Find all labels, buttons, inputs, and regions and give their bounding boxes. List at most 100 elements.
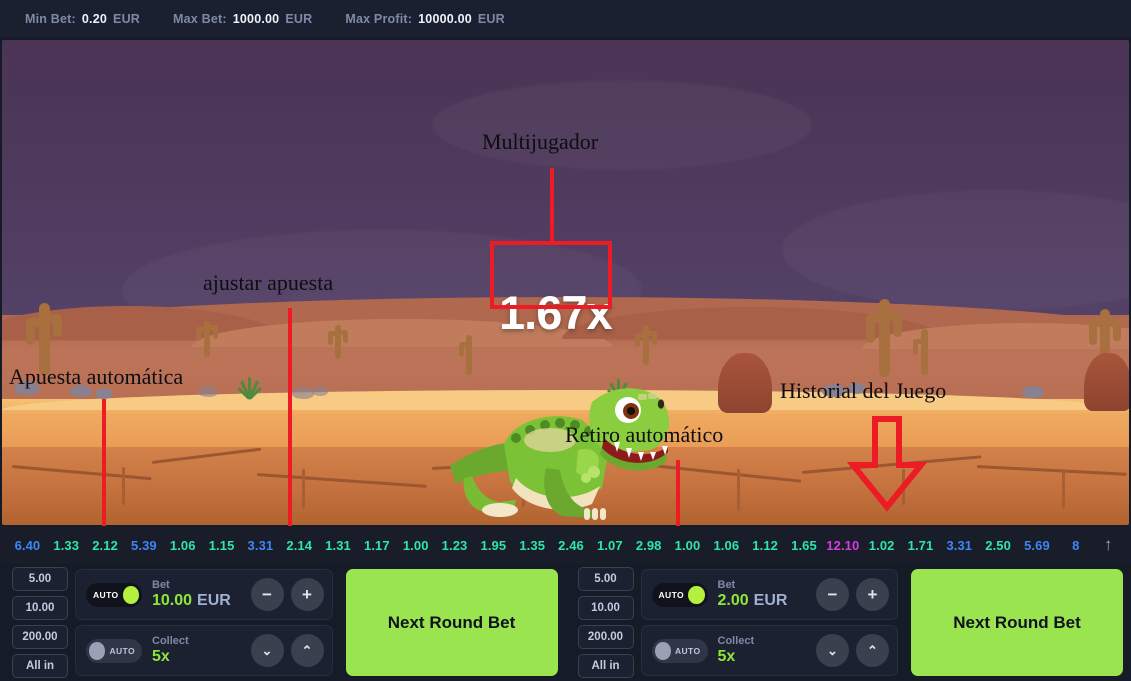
- ground-crack: [1062, 469, 1065, 509]
- rock: [1022, 386, 1044, 398]
- history-item[interactable]: 12.10: [823, 538, 862, 553]
- history-item[interactable]: 2.12: [86, 538, 125, 553]
- bet-field-right[interactable]: Bet 2.00 EUR: [718, 579, 807, 610]
- next-round-bet-button-left[interactable]: Next Round Bet: [345, 569, 558, 676]
- history-item[interactable]: 2.50: [979, 538, 1018, 553]
- history-item[interactable]: 1.00: [668, 538, 707, 553]
- bet-decrease-button[interactable]: −: [816, 578, 849, 611]
- history-item[interactable]: 1.33: [47, 538, 86, 553]
- history-item[interactable]: 3.31: [241, 538, 280, 553]
- quick-amount-button[interactable]: 5.00: [12, 567, 68, 591]
- bet-increase-button[interactable]: +: [290, 578, 324, 611]
- auto-collect-toggle-right[interactable]: AUTO: [651, 638, 708, 663]
- history-item[interactable]: 1.35: [513, 538, 552, 553]
- auto-collect-toggle-label: AUTO: [109, 645, 135, 656]
- quick-amount-button[interactable]: 200.00: [577, 625, 634, 649]
- auto-bet-toggle-label: AUTO: [93, 589, 119, 600]
- collect-increase-button[interactable]: ⌃: [290, 634, 324, 667]
- quick-amount-button[interactable]: 200.00: [12, 625, 68, 649]
- cactus-icon: [195, 321, 219, 357]
- auto-bet-toggle-left[interactable]: AUTO: [86, 582, 142, 607]
- bet-label: Bet: [152, 579, 170, 591]
- min-bet-label: Min Bet:: [25, 12, 76, 26]
- history-item[interactable]: 2.46: [552, 538, 591, 553]
- annotation-historial-del-juego: Historial del Juego: [780, 378, 947, 403]
- bet-increase-button[interactable]: +: [856, 578, 889, 611]
- rock: [312, 386, 328, 396]
- bet-panels: 5.00 10.00 200.00 All in AUTO Bet 10.00 E…: [0, 564, 1131, 681]
- collect-decrease-button[interactable]: ⌄: [816, 634, 849, 667]
- history-item[interactable]: 1.06: [163, 538, 202, 553]
- collect-field-right[interactable]: Collect 5x: [718, 635, 807, 666]
- history-item[interactable]: 6.40: [8, 538, 47, 553]
- bet-decrease-button[interactable]: −: [250, 578, 284, 611]
- quick-amount-button[interactable]: 10.00: [12, 596, 68, 620]
- rock: [198, 386, 218, 397]
- boulder: [718, 353, 772, 413]
- max-profit-currency: EUR: [477, 12, 505, 26]
- history-item[interactable]: 3.31: [940, 538, 979, 553]
- cactus-icon: [864, 299, 904, 377]
- quick-amount-button[interactable]: 10.00: [577, 596, 634, 620]
- bet-panel-right: 5.00 10.00 200.00 All in AUTO Bet 2.00 EU…: [566, 564, 1131, 681]
- limits-bar: Min Bet: 0.20 EUR Max Bet: 1000.00 EUR M…: [0, 0, 1131, 38]
- history-item[interactable]: 1.23: [435, 538, 474, 553]
- collect-increase-button[interactable]: ⌃: [856, 634, 889, 667]
- game-screen: Min Bet: 0.20 EUR Max Bet: 1000.00 EUR M…: [0, 0, 1131, 681]
- auto-bet-toggle-right[interactable]: AUTO: [651, 582, 708, 607]
- collect-steppers-right: ⌄ ⌃: [816, 634, 889, 667]
- max-bet-label: Max Bet:: [173, 12, 227, 26]
- ground-crack: [302, 469, 305, 509]
- collect-row-right: AUTO Collect 5x ⌄ ⌃: [640, 625, 898, 676]
- max-profit-value: 10000.00: [418, 12, 472, 26]
- max-bet-currency: EUR: [285, 12, 313, 26]
- max-bet-group: Max Bet: 1000.00 EUR: [173, 12, 312, 26]
- history-item[interactable]: 1.17: [357, 538, 396, 553]
- collect-steppers-left: ⌄ ⌃: [250, 634, 324, 667]
- quick-amount-button[interactable]: All in: [577, 654, 634, 678]
- bet-field-left[interactable]: Bet 10.00 EUR: [152, 579, 241, 610]
- max-profit-label: Max Profit:: [345, 12, 413, 26]
- history-item[interactable]: 1.00: [396, 538, 435, 553]
- bet-steppers-right: − +: [816, 578, 889, 611]
- annotation-apuesta-automatica: Apuesta automática: [9, 364, 184, 389]
- history-item[interactable]: 1.15: [202, 538, 241, 553]
- toggle-knob: [89, 641, 106, 660]
- max-bet-value: 1000.00: [232, 12, 280, 26]
- history-item[interactable]: 1.12: [746, 538, 785, 553]
- game-history-bar[interactable]: 6.40 1.33 2.12 5.39 1.06 1.15 3.31 2.14 …: [0, 526, 1131, 564]
- quick-amount-button[interactable]: 5.00: [577, 567, 634, 591]
- annotation-retiro-automatico: Retiro automático: [565, 422, 724, 447]
- history-expand-arrow-up-icon[interactable]: ↑: [1095, 535, 1121, 555]
- quick-amount-button[interactable]: All in: [12, 654, 68, 678]
- auto-collect-toggle-left[interactable]: AUTO: [86, 638, 142, 663]
- history-item[interactable]: 2.14: [280, 538, 319, 553]
- collect-decrease-button[interactable]: ⌄: [250, 634, 284, 667]
- annotation-down-arrow-icon: [846, 416, 928, 512]
- quick-amounts-right: 5.00 10.00 200.00 All in: [577, 567, 634, 678]
- history-item[interactable]: 5.69: [1018, 538, 1057, 553]
- history-item[interactable]: 2.98: [629, 538, 668, 553]
- history-item[interactable]: 1.06: [707, 538, 746, 553]
- bet-row-left: AUTO Bet 10.00 EUR − +: [75, 569, 333, 620]
- next-round-bet-button-right[interactable]: Next Round Bet: [911, 569, 1123, 676]
- collect-multiplier: 5x: [717, 648, 736, 665]
- bet-controls-left: AUTO Bet 10.00 EUR − + AUTO Collect 5x ⌄…: [75, 569, 333, 676]
- history-item[interactable]: 1.31: [319, 538, 358, 553]
- quick-amounts-left: 5.00 10.00 200.00 All in: [12, 567, 68, 678]
- history-item[interactable]: 1.02: [862, 538, 901, 553]
- collect-field-left[interactable]: Collect 5x: [152, 635, 241, 666]
- min-bet-value: 0.20: [81, 12, 108, 26]
- history-item[interactable]: 5.39: [124, 538, 163, 553]
- max-profit-group: Max Profit: 10000.00 EUR: [345, 12, 505, 26]
- history-item[interactable]: 1.71: [901, 538, 940, 553]
- bet-label: Bet: [717, 579, 736, 591]
- collect-row-left: AUTO Collect 5x ⌄ ⌃: [75, 625, 333, 676]
- history-item[interactable]: 1.07: [590, 538, 629, 553]
- bush: [236, 377, 263, 401]
- history-item[interactable]: 1.65: [785, 538, 824, 553]
- auto-bet-toggle-label: AUTO: [658, 589, 685, 600]
- history-item[interactable]: 1.95: [474, 538, 513, 553]
- history-item[interactable]: 8: [1056, 538, 1095, 553]
- rock: [292, 387, 314, 399]
